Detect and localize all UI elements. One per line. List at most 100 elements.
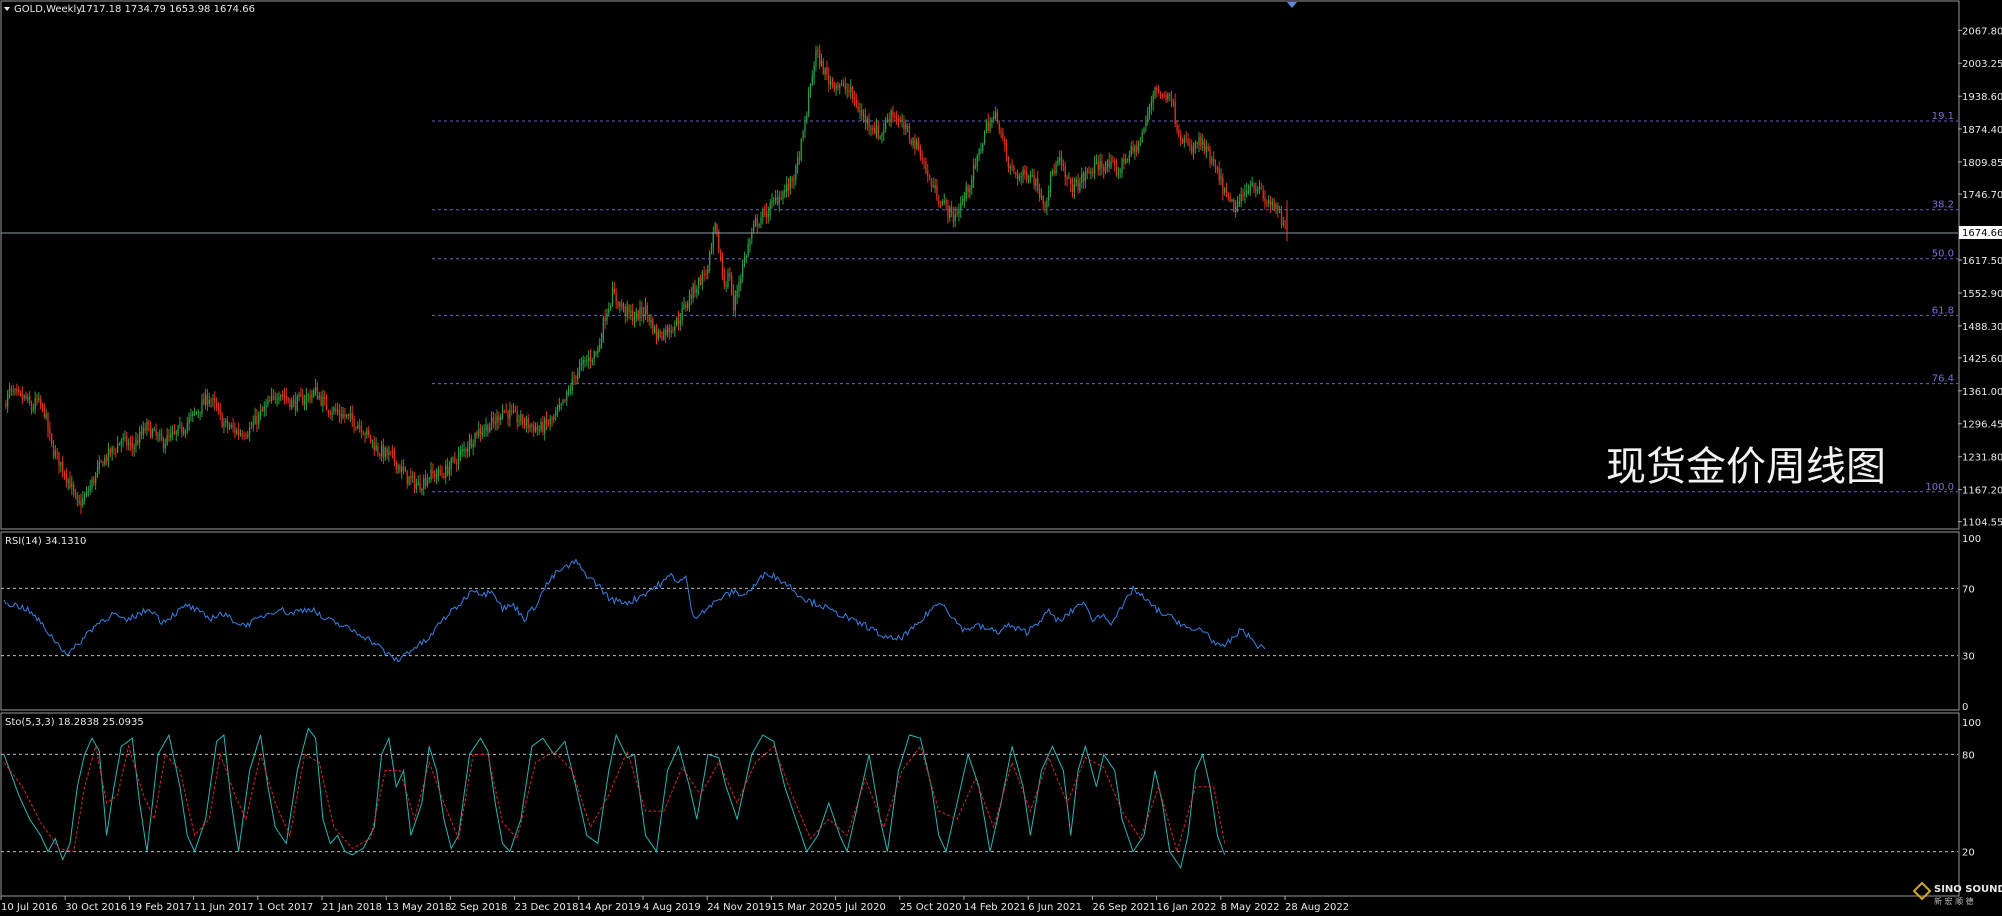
candle-body	[170, 433, 172, 438]
candle-body	[1170, 97, 1173, 102]
candle-body	[534, 427, 537, 432]
candle-body	[912, 138, 914, 146]
candle-body	[32, 408, 34, 411]
candle-body	[881, 133, 883, 137]
candle-body	[721, 259, 724, 274]
candle-body	[1090, 171, 1092, 174]
candle-body	[21, 393, 23, 400]
candle-body	[1110, 161, 1112, 168]
candle-body	[435, 475, 438, 477]
candle-body	[582, 359, 584, 365]
candle-body	[643, 314, 645, 316]
candle-body	[489, 426, 491, 432]
candle-body	[76, 495, 78, 501]
candle-body	[652, 319, 654, 333]
candle-body	[1141, 132, 1143, 142]
candle-body	[402, 466, 405, 471]
candle-body	[1134, 145, 1136, 153]
candle-body	[844, 84, 846, 91]
candle-body	[278, 396, 280, 401]
candle-body	[355, 427, 357, 429]
candle-body	[1152, 94, 1154, 103]
candle-body	[899, 118, 901, 121]
candle-body	[303, 401, 306, 405]
candle-body	[1038, 189, 1041, 198]
candle-body	[135, 439, 137, 447]
candle-body	[991, 119, 993, 123]
candle-body	[1154, 87, 1156, 97]
candle-body	[470, 438, 473, 447]
candle-body	[648, 315, 650, 322]
candle-body	[599, 344, 601, 350]
candle-body	[571, 378, 573, 391]
candle-body	[1035, 179, 1037, 187]
rsi-tick-label: 30	[1962, 652, 1975, 663]
candle-body	[430, 469, 432, 480]
candle-body	[1244, 192, 1246, 196]
candle-body	[1097, 161, 1099, 171]
candle-body	[111, 447, 113, 454]
candle-body	[747, 244, 749, 256]
candle-body	[555, 412, 557, 416]
candle-body	[1132, 147, 1134, 152]
candle-body	[258, 413, 260, 425]
candle-body	[1011, 167, 1013, 169]
candle-body	[813, 65, 815, 78]
candle-body	[514, 410, 517, 412]
candle-body	[62, 461, 64, 472]
candle-body	[314, 386, 317, 391]
candle-body	[600, 339, 603, 343]
candle-body	[804, 121, 806, 132]
candle-body	[980, 149, 982, 151]
candle-body	[324, 396, 326, 399]
candle-body	[380, 445, 383, 456]
candle-body	[1271, 202, 1273, 205]
candle-body	[415, 484, 418, 489]
candle-body	[941, 201, 944, 205]
candle-body	[833, 83, 835, 90]
candle-body	[637, 311, 639, 320]
candle-body	[105, 456, 108, 461]
time-tick-label: 16 Jan 2022	[1157, 902, 1217, 913]
candle-body	[406, 471, 408, 484]
candle-body	[182, 431, 185, 434]
candle-body	[283, 395, 286, 397]
candle-body	[1042, 196, 1044, 205]
shift-marker-icon[interactable]	[1287, 2, 1297, 8]
candle-body	[184, 430, 187, 433]
candle-body	[201, 400, 203, 414]
candle-body	[553, 417, 555, 420]
candle-body	[621, 303, 623, 308]
time-tick-label: 8 May 2022	[1221, 902, 1280, 913]
candle-body	[40, 398, 42, 406]
candle-body	[454, 457, 456, 462]
candle-body	[162, 439, 165, 448]
candle-body	[498, 415, 500, 421]
time-tick-label: 10 Jul 2016	[1, 902, 58, 913]
candle-body	[1004, 138, 1006, 145]
candle-body	[151, 430, 154, 437]
candle-body	[679, 320, 681, 323]
candle-body	[947, 204, 949, 217]
candle-body	[19, 392, 22, 394]
candle-body	[690, 294, 692, 298]
candle-body	[1079, 182, 1081, 191]
candle-body	[1106, 161, 1109, 168]
candle-body	[1275, 204, 1277, 210]
candle-body	[731, 275, 733, 294]
fibonacci-levels: 19.1 38.2 50.0 61.8 76.4 100.0	[432, 111, 1958, 493]
logo-line2: 新 宏 顺 德	[1934, 896, 1974, 906]
candle-body	[674, 325, 676, 332]
candle-body	[113, 448, 115, 450]
candle-body	[1130, 146, 1132, 155]
candle-body	[336, 409, 339, 412]
candle-body	[305, 395, 308, 403]
candle-body	[1029, 175, 1032, 179]
dropdown-triangle-icon[interactable]	[4, 7, 10, 11]
candle-body	[884, 120, 887, 130]
candle-body	[703, 273, 705, 275]
candle-body	[133, 446, 135, 450]
candle-body	[943, 200, 945, 203]
candle-body	[289, 399, 291, 408]
candle-body	[1220, 176, 1222, 179]
